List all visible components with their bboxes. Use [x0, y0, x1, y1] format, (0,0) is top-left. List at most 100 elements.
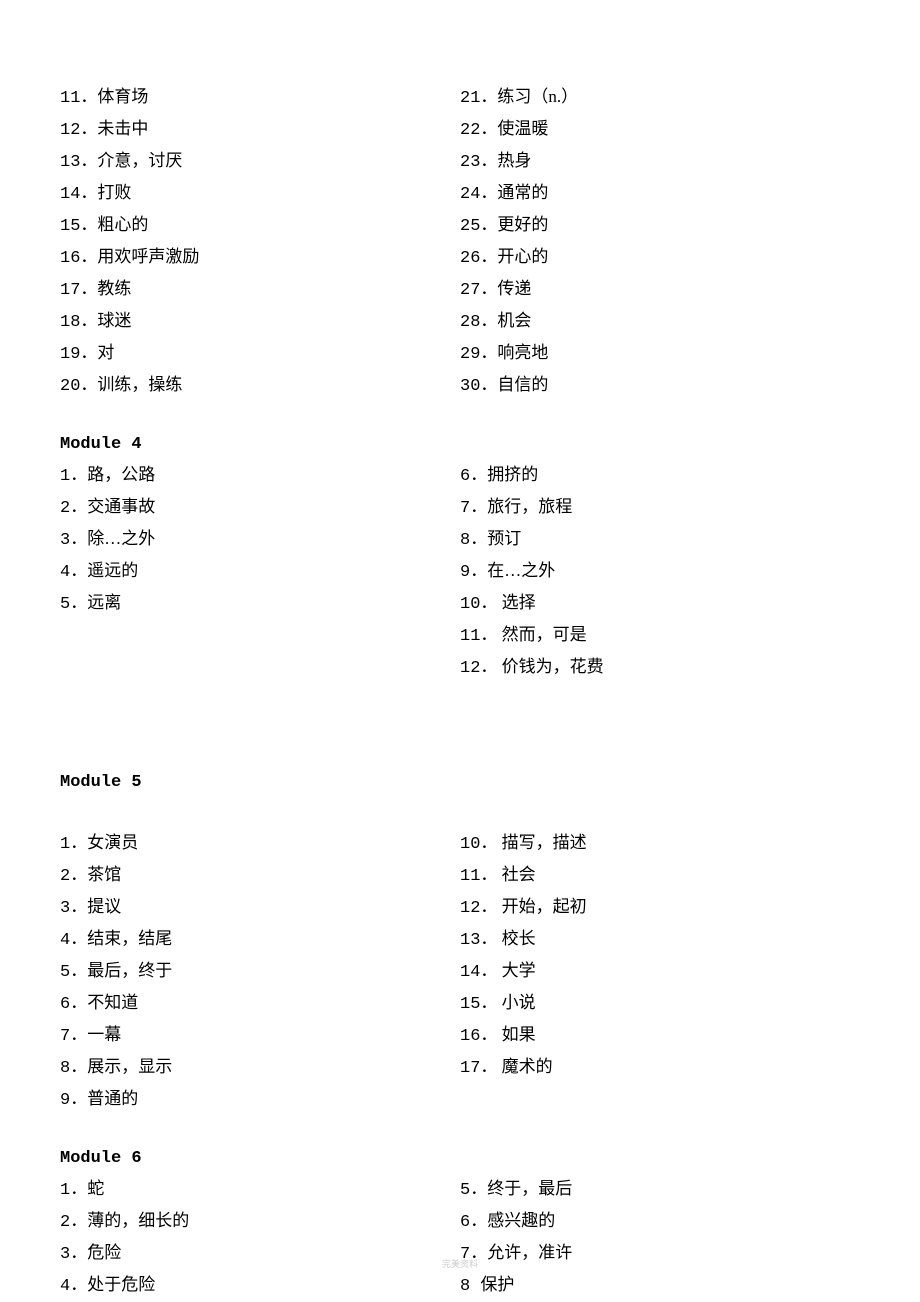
column-left: 1．女演员2．茶馆3．提议4．结束，结尾5．最后，终于6．不知道7．一幕8．展示… [60, 828, 460, 1116]
list-item: 6．感兴趣的 [460, 1206, 860, 1238]
list-item: 17．教练 [60, 274, 460, 306]
item-number: 30． [460, 377, 497, 396]
list-item: 2．薄的，细长的 [60, 1206, 460, 1238]
item-text: 练习（n.） [497, 87, 578, 106]
item-number: 11． [460, 627, 497, 646]
item-text: 体育场 [97, 87, 148, 106]
list-item: 9．普通的 [60, 1084, 460, 1116]
item-number: 19． [60, 345, 97, 364]
column-left: 1．路，公路2．交通事故3．除…之外4．遥远的5．远离 [60, 460, 460, 684]
item-number: 1． [60, 467, 87, 486]
item-number: 3． [60, 531, 87, 550]
item-number: 9． [60, 1091, 87, 1110]
column-right: 6．拥挤的7．旅行，旅程8．预订9．在…之外10． 选择11． 然而，可是12．… [460, 460, 860, 684]
list-item: 14． 大学 [460, 956, 860, 988]
item-number: 7． [60, 1027, 87, 1046]
item-text: 更好的 [497, 215, 548, 234]
item-text: 通常的 [497, 183, 548, 202]
item-number: 16． [60, 249, 97, 268]
list-item: 14．打败 [60, 178, 460, 210]
list-item: 12． 价钱为，花费 [460, 652, 860, 684]
item-number: 4． [60, 1277, 87, 1296]
module-5: Module 5 1．女演员2．茶馆3．提议4．结束，结尾5．最后，终于6．不知… [60, 768, 860, 1116]
column-right: 21．练习（n.）22．使温暖23．热身24．通常的25．更好的26．开心的27… [460, 82, 860, 402]
list-item: 8．预订 [460, 524, 860, 556]
item-number: 12． [60, 121, 97, 140]
item-number: 8 [460, 1277, 480, 1296]
item-number: 13． [460, 931, 497, 950]
item-text: 不知道 [87, 993, 138, 1012]
item-text: 大学 [497, 961, 535, 980]
list-item: 20．训练，操练 [60, 370, 460, 402]
list-item: 28．机会 [460, 306, 860, 338]
item-text: 价钱为，花费 [497, 657, 603, 676]
item-number: 4． [60, 931, 87, 950]
list-item: 11． 然而，可是 [460, 620, 860, 652]
list-item: 13． 校长 [460, 924, 860, 956]
item-text: 提议 [87, 897, 121, 916]
item-number: 11． [460, 867, 497, 886]
list-item: 29．响亮地 [460, 338, 860, 370]
module-6: Module 6 1．蛇2．薄的，细长的3．危险4．处于危险 5．终于，最后6．… [60, 1144, 860, 1302]
item-text: 茶馆 [87, 865, 121, 884]
list-item: 9．在…之外 [460, 556, 860, 588]
item-text: 校长 [497, 929, 535, 948]
item-text: 预订 [487, 529, 521, 548]
item-number: 1． [60, 1181, 87, 1200]
item-number: 25． [460, 217, 497, 236]
list-item: 11．体育场 [60, 82, 460, 114]
item-number: 12． [460, 899, 497, 918]
item-text: 热身 [497, 151, 531, 170]
list-item: 11． 社会 [460, 860, 860, 892]
module-title: Module 4 [60, 430, 860, 460]
item-text: 蛇 [87, 1179, 104, 1198]
footer-text: 完美资料 [0, 1257, 920, 1270]
item-text: 普通的 [87, 1089, 138, 1108]
item-text: 远离 [87, 593, 121, 612]
list-item: 16． 如果 [460, 1020, 860, 1052]
item-number: 10． [460, 835, 497, 854]
item-number: 21． [460, 89, 497, 108]
list-item: 6．拥挤的 [460, 460, 860, 492]
item-text: 最后，终于 [87, 961, 172, 980]
list-item: 12．未击中 [60, 114, 460, 146]
item-number: 14． [460, 963, 497, 982]
item-text: 自信的 [497, 375, 548, 394]
list-item: 1．蛇 [60, 1174, 460, 1206]
item-text: 传递 [497, 279, 531, 298]
item-number: 12． [460, 659, 497, 678]
item-number: 16． [460, 1027, 497, 1046]
item-number: 6． [60, 995, 87, 1014]
section-continued: 11．体育场12．未击中13．介意，讨厌14．打败15．粗心的16．用欢呼声激励… [60, 82, 860, 402]
item-number: 27． [460, 281, 497, 300]
item-number: 3． [60, 899, 87, 918]
item-number: 9． [460, 563, 487, 582]
item-number: 8． [60, 1059, 87, 1078]
item-text: 薄的，细长的 [87, 1211, 189, 1230]
list-item: 4．处于危险 [60, 1270, 460, 1302]
item-text: 对 [97, 343, 114, 362]
item-text: 小说 [497, 993, 535, 1012]
list-item: 25．更好的 [460, 210, 860, 242]
item-number: 5． [60, 963, 87, 982]
item-text: 粗心的 [97, 215, 148, 234]
item-number: 23． [460, 153, 497, 172]
item-number: 29． [460, 345, 497, 364]
module-title: Module 6 [60, 1144, 860, 1174]
item-text: 响亮地 [497, 343, 548, 362]
list-item: 2．交通事故 [60, 492, 460, 524]
item-text: 介意，讨厌 [97, 151, 182, 170]
item-number: 24． [460, 185, 497, 204]
column-left: 1．蛇2．薄的，细长的3．危险4．处于危险 [60, 1174, 460, 1302]
item-number: 17． [460, 1059, 497, 1078]
item-number: 1． [60, 835, 87, 854]
item-text: 一幕 [87, 1025, 121, 1044]
item-number: 5． [460, 1181, 487, 1200]
item-text: 社会 [497, 865, 535, 884]
item-number: 4． [60, 563, 87, 582]
module-title: Module 5 [60, 768, 860, 798]
item-number: 8． [460, 531, 487, 550]
list-item: 22．使温暖 [460, 114, 860, 146]
list-item: 5．远离 [60, 588, 460, 620]
list-item: 7．一幕 [60, 1020, 460, 1052]
